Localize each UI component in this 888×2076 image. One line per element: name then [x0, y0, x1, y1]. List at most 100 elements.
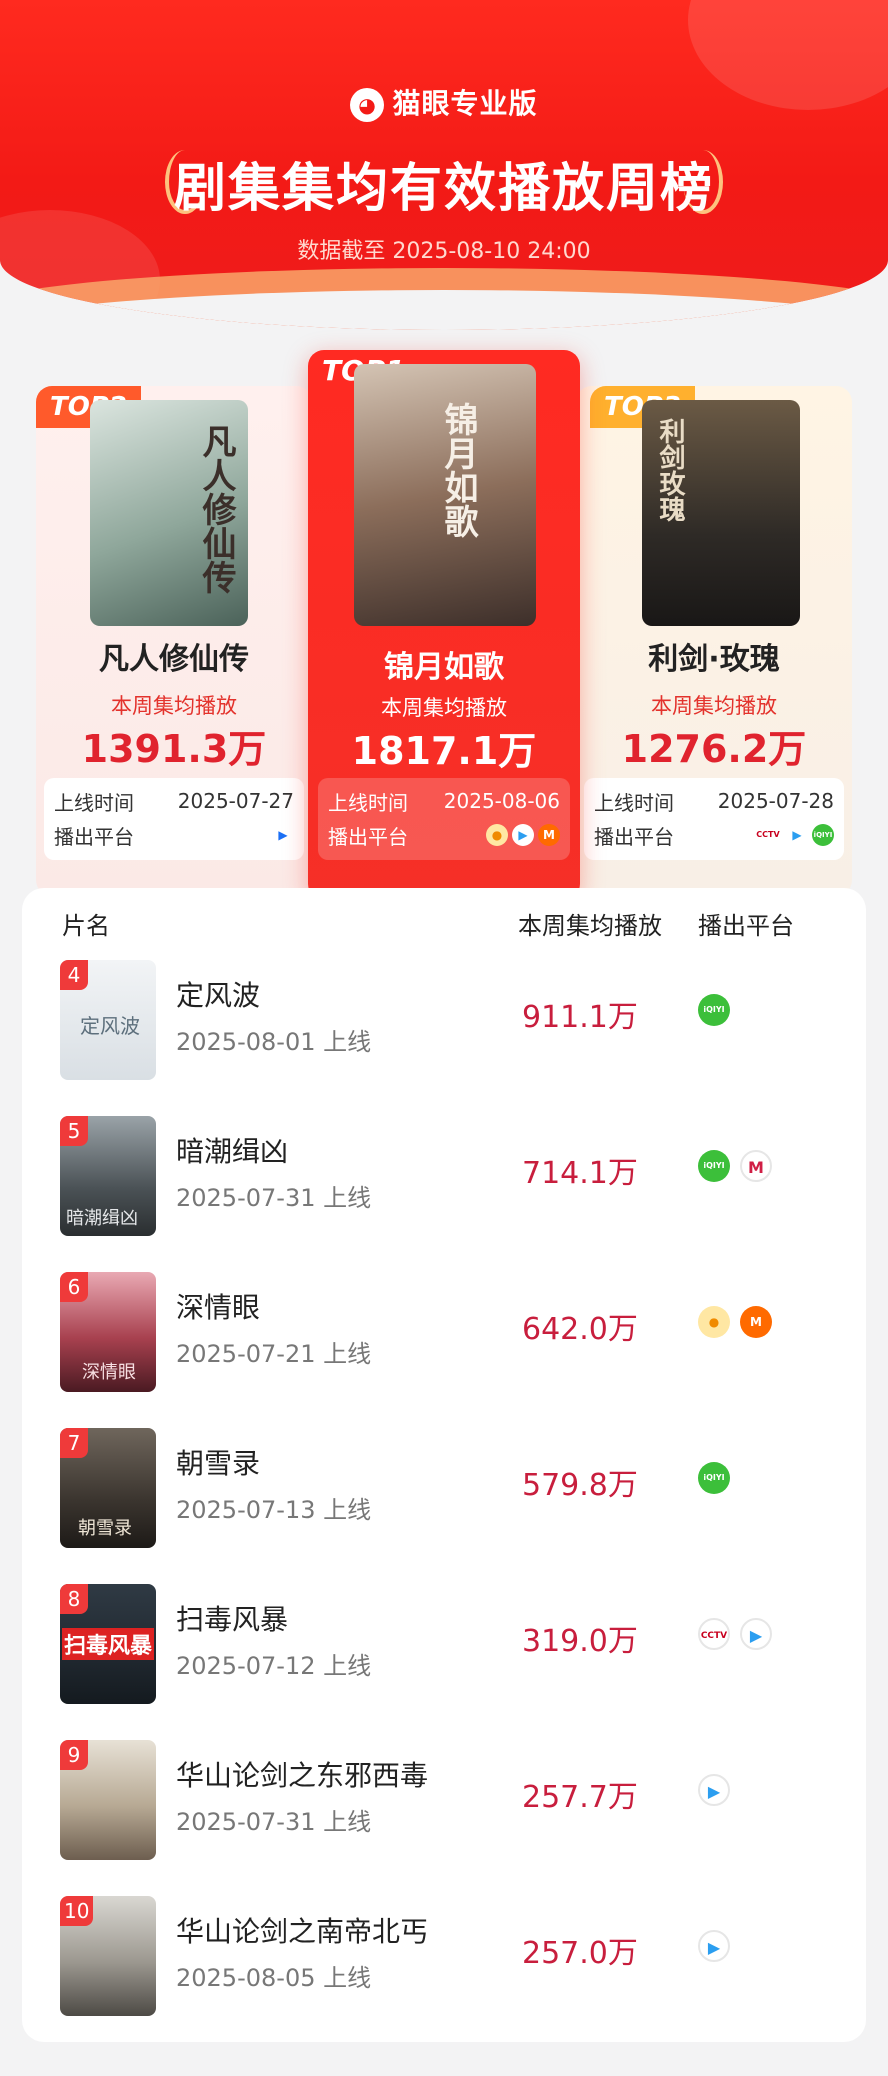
drama-title: 深情眼 [176, 1291, 261, 1324]
iqiyi-icon: iQIYI [698, 994, 730, 1026]
release-date: 2025-07-12 上线 [176, 1652, 372, 1680]
info-box: 上线时间 2025-07-27 播出平台 ▶ [44, 778, 304, 860]
header-banner: ◕ 猫眼专业版 剧集集均有效播放周榜 数据截至 2025-08-10 24:00 [0, 0, 888, 330]
iqiyi-icon: iQIYI [812, 824, 834, 846]
metric-value: 642.0万 [522, 1312, 638, 1347]
drama-title: 朝雪录 [176, 1447, 261, 1480]
platform-list: ▶ [272, 824, 294, 846]
platform-label: 播出平台 [328, 824, 408, 849]
poster-image: 锦月如歌 [354, 364, 536, 626]
poster-title: 锦月如歌 [438, 402, 478, 538]
metric-value: 319.0万 [522, 1624, 638, 1659]
podium-card-top2[interactable]: TOP2 凡人修仙传 凡人修仙传 本周集均播放 1391.3万 上线时间 2025… [36, 386, 312, 896]
info-box: 上线时间 2025-07-28 播出平台 CCTV ▶ iQIYI [584, 778, 844, 860]
release-date: 2025-07-21 上线 [176, 1340, 372, 1368]
mango-tv-icon: M [538, 824, 560, 846]
drama-title: 凡人修仙传 [99, 642, 249, 677]
poster-title: 定风波 [80, 1014, 140, 1038]
list-item[interactable]: 9 华山论剑之东邪西毒 2025-07-31 上线 257.7万 ▶ [22, 1728, 866, 1884]
drama-title: 华山论剑之东邪西毒 [176, 1759, 429, 1792]
rank-badge: 7 [60, 1428, 88, 1458]
platform-list: ● ▶ M [486, 824, 560, 846]
metric-value: 1817.1万 [351, 729, 537, 773]
poster-image: 凡人修仙传 [90, 400, 248, 626]
release-date: 2025-08-05 上线 [176, 1964, 372, 1992]
metric-value: 714.1万 [522, 1156, 638, 1191]
poster-title: 利剑玫瑰 [655, 418, 685, 522]
release-date: 2025-08-06 [443, 789, 560, 813]
list-item[interactable]: 深情眼 6 深情眼 2025-07-21 上线 642.0万 ● M [22, 1260, 866, 1416]
release-date: 2025-07-31 上线 [176, 1808, 372, 1836]
release-date: 2025-07-28 [717, 789, 834, 813]
metric-label: 本周集均播放 [111, 694, 237, 718]
podium-card-top3[interactable]: TOP3 利剑玫瑰 利剑·玫瑰 本周集均播放 1276.2万 上线时间2025-… [576, 386, 852, 896]
cctv-icon: CCTV [754, 824, 782, 846]
release-date: 2025-07-31 上线 [176, 1184, 372, 1212]
platform-label: 播出平台 [594, 824, 674, 849]
column-header-platform: 播出平台 [698, 912, 794, 940]
list-item[interactable]: 10 华山论剑之南帝北丐 2025-08-05 上线 257.0万 ▶ [22, 1884, 866, 2040]
release-label: 上线时间 [328, 790, 408, 815]
ranking-list: 片名 本周集均播放 播出平台 定风波 4 定风波 2025-08-01 上线 9… [22, 888, 866, 2042]
platform-list: iQIYI M [698, 1150, 772, 1182]
rank-badge: 5 [60, 1116, 88, 1146]
platform-list: iQIYI [698, 1462, 730, 1494]
iqiyi-icon: iQIYI [698, 1462, 730, 1494]
drama-title: 定风波 [176, 979, 261, 1012]
tencent-video-icon: ▶ [698, 1774, 730, 1806]
rank-badge: 4 [60, 960, 88, 990]
rank-badge: 8 [60, 1584, 88, 1614]
cctv-icon: CCTV [698, 1618, 730, 1650]
tencent-video-icon: ▶ [786, 824, 808, 846]
poster-image: 利剑玫瑰 [642, 400, 800, 626]
tencent-video-icon: ▶ [698, 1930, 730, 1962]
drama-title: 扫毒风暴 [176, 1603, 289, 1636]
tencent-video-icon: ▶ [740, 1618, 772, 1650]
metric-label: 本周集均播放 [651, 694, 777, 718]
brand-logo: ◕ 猫眼专业版 [0, 82, 888, 122]
column-header-value: 本周集均播放 [518, 912, 662, 940]
rank-badge: 6 [60, 1272, 88, 1302]
brand-name: 猫眼专业版 [392, 87, 538, 120]
poster-title: 暗潮缉凶 [66, 1208, 138, 1229]
mango-tv-icon: M [740, 1306, 772, 1338]
drama-title: 锦月如歌 [384, 650, 504, 685]
cat-icon: ◕ [350, 88, 385, 122]
release-date: 2025-07-13 上线 [176, 1496, 372, 1524]
release-label: 上线时间 [54, 790, 134, 815]
platform-list: CCTV ▶ [698, 1618, 772, 1650]
rank-badge: 9 [60, 1740, 88, 1770]
platform-list: ▶ [698, 1774, 730, 1806]
platform-list: ● M [698, 1306, 772, 1338]
huashi-icon: ● [486, 824, 508, 846]
metric-label: 本周集均播放 [381, 696, 507, 720]
poster-title: 深情眼 [82, 1362, 136, 1383]
metric-value: 1276.2万 [621, 727, 807, 771]
data-cutoff-date: 数据截至 2025-08-10 24:00 [297, 239, 591, 264]
poster-title: 凡人修仙传 [196, 424, 236, 594]
youku-icon: ▶ [272, 824, 294, 846]
release-date: 2025-07-27 [177, 789, 294, 813]
metric-value: 257.0万 [522, 1936, 638, 1971]
platform-label: 播出平台 [54, 824, 134, 849]
release-date: 2025-08-01 上线 [176, 1028, 372, 1056]
poster-title: 扫毒风暴 [62, 1628, 155, 1660]
list-item[interactable]: 定风波 4 定风波 2025-08-01 上线 911.1万 iQIYI [22, 948, 866, 1104]
iqiyi-icon: iQIYI [698, 1150, 730, 1182]
tencent-video-icon: ▶ [512, 824, 534, 846]
metric-value: 579.8万 [522, 1468, 638, 1503]
platform-list: ▶ [698, 1930, 730, 1962]
list-item[interactable]: 扫毒风暴 8 扫毒风暴 2025-07-12 上线 319.0万 CCTV ▶ [22, 1572, 866, 1728]
metric-value: 1391.3万 [81, 727, 267, 771]
platform-list: iQIYI [698, 994, 730, 1026]
drama-title: 华山论剑之南帝北丐 [176, 1915, 429, 1948]
list-item[interactable]: 朝雪录 7 朝雪录 2025-07-13 上线 579.8万 iQIYI [22, 1416, 866, 1572]
migu-video-icon: M [740, 1150, 772, 1182]
release-label: 上线时间 [594, 790, 674, 815]
page-title: 剧集集均有效播放周榜 [173, 159, 714, 219]
rank-badge: 10 [60, 1896, 94, 1926]
poster-title: 朝雪录 [78, 1518, 132, 1539]
metric-value: 257.7万 [522, 1780, 638, 1815]
list-item[interactable]: 暗潮缉凶 5 暗潮缉凶 2025-07-31 上线 714.1万 iQIYI M [22, 1104, 866, 1260]
podium-card-top1[interactable]: TOP1 锦月如歌 锦月如歌 本周集均播放 1817.1万 上线时间2025-0… [308, 350, 580, 900]
